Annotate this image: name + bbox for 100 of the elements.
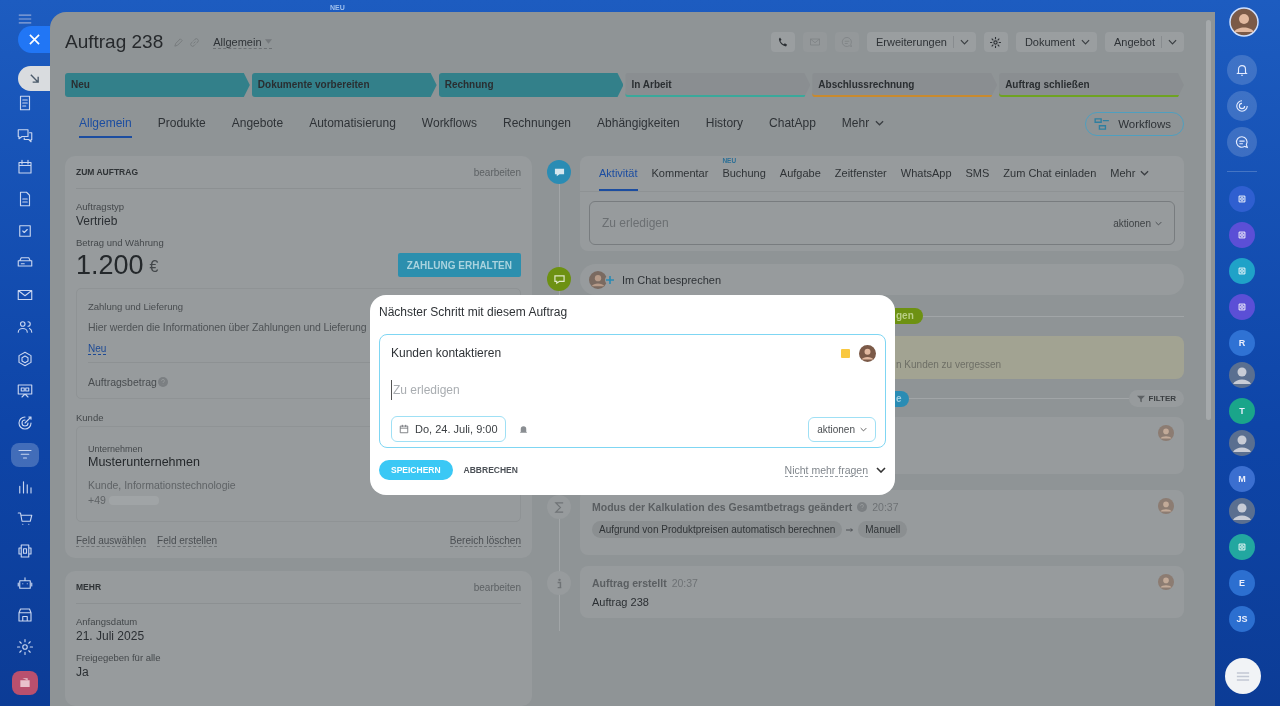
tab[interactable]: History [705,110,744,138]
chat-row[interactable]: Im Chat besprechen [580,264,1184,295]
chevron-down-icon [875,120,885,126]
dont-ask-link[interactable]: Nicht mehr fragen [784,463,868,477]
minimize-button[interactable] [18,66,50,91]
chat-bubble-icon [547,267,571,291]
tab[interactable]: Angebote [231,110,284,138]
settings-button[interactable] [983,32,1008,52]
avatar[interactable] [859,344,876,362]
avatar[interactable] [1229,498,1255,524]
dialog-title: Nächster Schritt mit diesem Auftrag [379,305,569,319]
client-details: Kunde, Informationstechnologie [88,479,237,491]
arrow-icon [846,526,855,533]
panel-text: Hier werden die Informationen über Zahlungen und Lieferung [88,321,367,333]
avatar [1158,574,1174,590]
activity-tab[interactable]: Kommentar [651,156,709,191]
box-icon [16,542,34,560]
payment-received-button[interactable]: ZAHLUNG ERHALTEN [397,253,521,277]
chevron-down-icon [959,39,969,45]
date-picker[interactable]: Do, 24. Juli, 9:00 [391,416,506,442]
phone-icon [776,36,789,48]
info-icon [547,571,571,595]
actions-dropdown[interactable]: aktionen [1113,217,1162,229]
nav-item[interactable] [11,443,39,467]
contact-avatar[interactable]: R [1229,330,1255,356]
chevron-down-icon[interactable] [876,467,886,473]
tab[interactable]: Abhängigkeiten [597,110,680,138]
chevron-down-icon [1081,39,1090,45]
field-link[interactable]: Feld erstellen [157,535,218,547]
stage-step[interactable]: In Arbeit [625,73,811,97]
bell-icon[interactable] [517,423,529,435]
spiral-button[interactable] [1227,91,1257,121]
activity-tab[interactable]: Zum Chat einladen [1003,156,1097,191]
split-dropdown-button[interactable]: Erweiterungen [866,32,976,52]
app-button[interactable] [1229,294,1255,320]
contact-avatar[interactable]: JS [1229,606,1255,632]
stage-step[interactable]: Dokumente vorbereiten [251,73,437,97]
activity-tab[interactable]: Aktivität [599,156,638,191]
chevron-down-icon [860,426,867,432]
notifications-button[interactable] [1227,55,1257,85]
activity-tab[interactable]: WhatsApp [900,156,952,191]
menu-button[interactable] [1225,658,1261,694]
stage-step[interactable]: Neu [65,73,250,97]
close-icon [28,34,40,45]
filter-button[interactable]: FILTER [1128,390,1184,407]
field-link[interactable]: Feld auswählen [76,535,147,547]
category-selector[interactable]: Allgemein [213,35,272,49]
stage-step[interactable]: Auftrag schließen [999,73,1184,97]
contact-avatar[interactable]: E [1229,570,1255,596]
avatar[interactable] [1229,430,1255,456]
chevron-down-icon [1155,220,1162,226]
chat-bubble-icon [547,160,571,184]
activity-tab[interactable]: SMS [965,156,990,191]
tab[interactable]: ChatApp [769,110,816,138]
phone-button[interactable] [770,32,795,52]
contact-avatar[interactable]: T [1229,398,1255,424]
avatar[interactable] [1229,7,1259,37]
app-button[interactable] [1229,222,1255,248]
delete-section-link[interactable]: Bereich löschen [449,535,521,547]
app-button[interactable] [1229,258,1255,284]
actions-dropdown[interactable]: aktionen [808,416,876,442]
app-button[interactable] [1229,186,1255,212]
activity-tab[interactable]: Zeitfenster [834,156,887,191]
caret-icon [264,39,272,44]
new-link[interactable]: Neu [88,343,107,355]
contact-avatar[interactable]: M [1229,466,1255,492]
chat-button[interactable] [1227,127,1257,157]
funnel-icon [1136,394,1145,403]
client-type: Unternehmen [88,444,143,454]
settings-icon [16,638,34,656]
chat-icon [1235,135,1249,149]
cancel-button[interactable]: ABBRECHEN [463,465,518,475]
app-button[interactable] [1229,534,1255,560]
stage-step[interactable]: Rechnung [438,73,624,97]
spiral-icon [1235,99,1249,113]
old-value-chip: Aufgrund von Produktpreisen automatisch berechnen [592,521,843,538]
activity-tab[interactable]: Aufgabe [779,156,821,191]
tab[interactable]: Produkte [157,110,206,138]
field-value: 21. Juli 2025 [76,629,146,643]
color-marker-icon[interactable] [841,348,850,358]
nav-item[interactable] [12,671,38,695]
close-button[interactable] [18,26,50,53]
avatar [589,270,607,289]
sigma-icon [547,495,571,519]
calendar-icon [16,158,34,176]
amount-value: 1.200 [76,249,144,281]
tab[interactable]: Mehr [841,110,885,138]
tab[interactable]: Workflows [421,110,477,138]
avatar[interactable] [1229,362,1255,388]
tab[interactable]: Rechnungen [502,110,572,138]
robot-icon [16,574,34,592]
more-menu[interactable]: Mehr [1110,156,1150,191]
stage-step[interactable]: Abschlussrechnung [812,73,998,97]
chevron-down-icon [1140,169,1150,176]
field-value: Vertrieb [76,214,119,228]
dropdown-button[interactable]: Dokument [1015,32,1097,52]
tab[interactable]: Allgemein [79,110,132,138]
cart-icon [16,510,34,528]
tab[interactable]: Automatisierung [309,110,396,138]
split-dropdown-button[interactable]: Angebot [1105,32,1184,52]
